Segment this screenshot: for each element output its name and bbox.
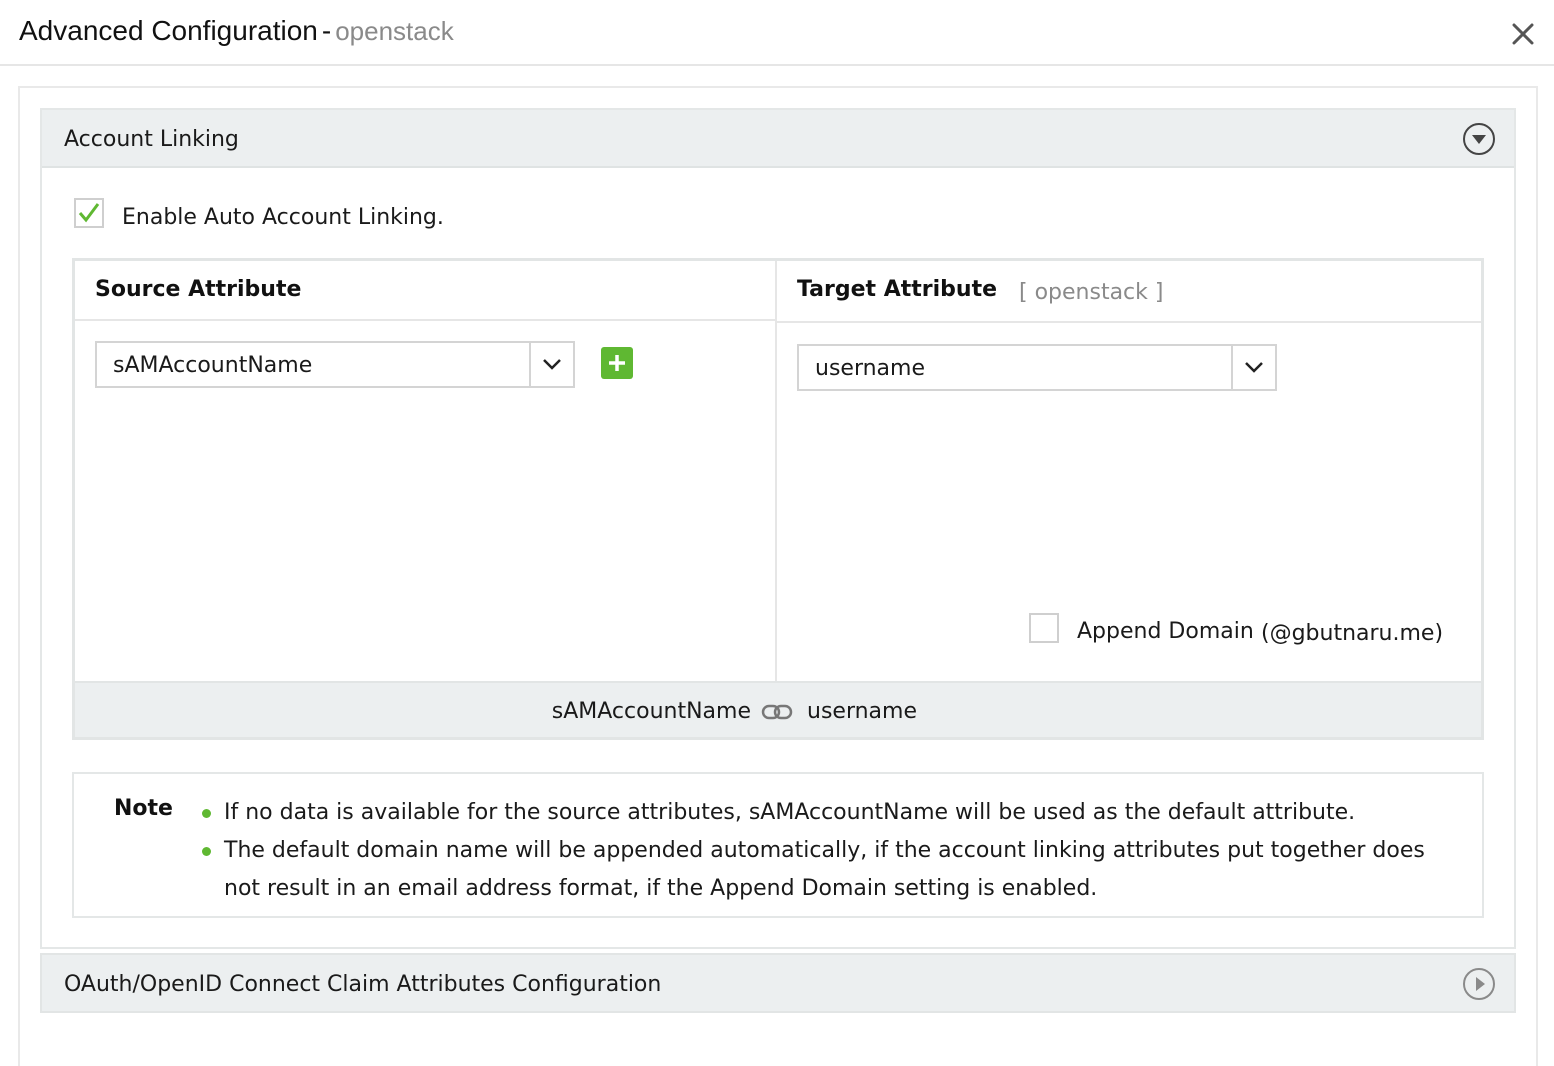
account-linking-toggle[interactable] — [1462, 122, 1496, 156]
append-domain-value: (@gbutnaru.me) — [1261, 621, 1444, 646]
note-item: The default domain name will be appended… — [200, 832, 1440, 908]
oauth-claims-toggle[interactable] — [1462, 967, 1496, 1001]
close-icon — [1512, 23, 1534, 45]
mapping-summary-source: sAMAccountName — [551, 699, 751, 724]
note-item-text: The default domain name will be appended… — [224, 838, 1425, 901]
dialog-subtitle: openstack — [335, 16, 454, 46]
account-linking-header[interactable]: Account Linking — [42, 110, 1514, 168]
dialog-header: Advanced Configuration - openstack — [0, 0, 1554, 66]
oauth-claims-section-header[interactable]: OAuth/OpenID Connect Claim Attributes Co… — [40, 953, 1516, 1013]
note-box: Note If no data is available for the sou… — [72, 772, 1484, 918]
dialog-title-text: Advanced Configuration — [19, 15, 318, 46]
note-label: Note — [114, 796, 173, 821]
target-attribute-title: Target Attribute — [797, 277, 998, 302]
source-attribute-column: Source Attribute sAMAccountName — [75, 261, 777, 681]
enable-auto-linking-label: Enable Auto Account Linking. — [122, 205, 444, 230]
source-attribute-header: Source Attribute — [75, 261, 775, 321]
bullet-icon — [202, 847, 211, 856]
account-linking-title: Account Linking — [64, 127, 239, 152]
note-list: If no data is available for the source a… — [200, 794, 1440, 908]
target-attribute-select[interactable]: username — [797, 344, 1277, 391]
account-linking-section: Account Linking Enable Auto Account Link… — [40, 108, 1516, 949]
chevron-down-icon — [543, 359, 561, 370]
mapping-summary: sAMAccountName username — [75, 681, 1481, 737]
enable-auto-linking-checkbox[interactable] — [74, 198, 104, 228]
plus-icon — [609, 355, 625, 371]
append-domain-checkbox[interactable] — [1029, 613, 1059, 643]
target-app-tag: [ openstack ] — [1019, 280, 1164, 305]
target-attribute-dropdown-toggle[interactable] — [1231, 346, 1275, 389]
note-item-text: If no data is available for the source a… — [224, 800, 1356, 825]
link-icon — [761, 704, 793, 720]
source-attribute-select[interactable]: sAMAccountName — [95, 341, 575, 388]
note-item: If no data is available for the source a… — [200, 794, 1440, 832]
source-attribute-dropdown-toggle[interactable] — [529, 343, 573, 386]
target-attribute-column: Target Attribute [ openstack ] username … — [777, 261, 1481, 681]
dialog-title: Advanced Configuration - openstack — [19, 13, 454, 49]
append-domain-label: Append Domain — [1077, 619, 1254, 644]
add-source-attribute-button[interactable] — [601, 347, 633, 379]
oauth-claims-title: OAuth/OpenID Connect Claim Attributes Co… — [64, 972, 662, 997]
dialog-title-separator: - — [321, 15, 332, 46]
attribute-mapping-table: Source Attribute sAMAccountName Target A… — [72, 258, 1484, 740]
target-attribute-value: username — [815, 356, 925, 381]
close-button[interactable] — [1504, 16, 1542, 52]
chevron-right-circle-icon — [1463, 968, 1495, 1000]
chevron-down-icon — [1245, 362, 1263, 373]
source-attribute-value: sAMAccountName — [113, 353, 313, 378]
target-attribute-header: Target Attribute [ openstack ] — [777, 261, 1481, 323]
mapping-summary-target: username — [807, 699, 917, 724]
bullet-icon — [202, 809, 211, 818]
source-attribute-title: Source Attribute — [95, 277, 302, 302]
chevron-down-circle-icon — [1463, 123, 1495, 155]
check-icon — [78, 203, 100, 223]
